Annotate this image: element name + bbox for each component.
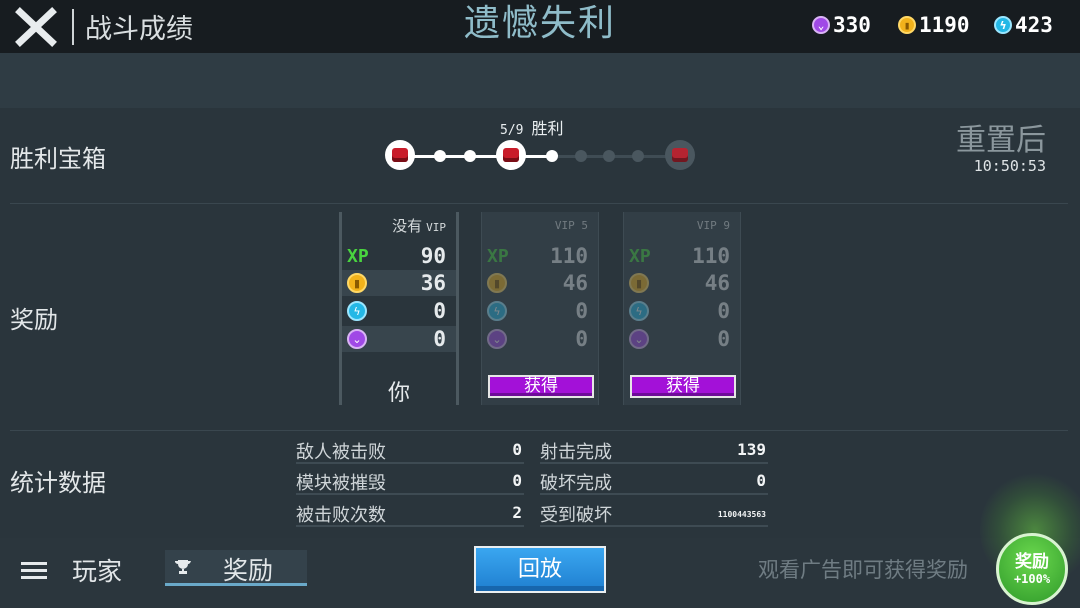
xp-icon: XP — [347, 245, 369, 267]
energy-row: ϟ 0 — [342, 298, 456, 324]
chest-track-dot — [434, 150, 446, 162]
energy-row: ϟ 0 — [482, 298, 598, 324]
xp-row: XP 90 — [342, 243, 456, 269]
tier-header: VIP 9 — [696, 219, 730, 232]
energy-count: 423 — [1015, 13, 1053, 37]
reset-label: 重置后 — [956, 123, 1046, 158]
coin-value: 36 — [420, 271, 446, 295]
gem-value: 0 — [717, 327, 730, 351]
divider — [10, 203, 1068, 204]
chest-progress-text: 胜利 — [531, 119, 564, 138]
energy-row: ϟ 0 — [624, 298, 740, 324]
menu-icon[interactable] — [21, 562, 47, 580]
xp-row: XP 110 — [482, 243, 598, 269]
get-vip5-button[interactable]: 获得 — [488, 375, 594, 398]
gem-value: 0 — [575, 327, 588, 351]
stat-times-defeated: 被击败次数 2 — [296, 503, 524, 527]
coin-icon: ▮ — [898, 16, 916, 34]
tab-rewards-label: 奖励 — [223, 556, 274, 585]
gem-row: ⌄ 0 — [342, 326, 456, 352]
trophy-icon — [175, 560, 191, 574]
ad-reward-text: 观看广告即可获得奖励 — [758, 558, 968, 582]
chest-icon — [385, 140, 415, 170]
stats-section-label: 统计数据 — [10, 469, 106, 497]
stat-damage-received: 受到破坏 1100443563 — [540, 501, 768, 527]
coin-count: 1190 — [919, 13, 970, 37]
gem-row: ⌄ 0 — [482, 326, 598, 352]
chest-track-dot — [464, 150, 476, 162]
tier-header: 没有 VIP — [392, 217, 446, 235]
chest-track-dot — [632, 150, 644, 162]
header-band — [0, 53, 1080, 108]
gem-icon: ⌄ — [812, 16, 830, 34]
reward-column-vip5: VIP 5 XP 110 ▮ 46 ϟ 0 ⌄ 0 获得 — [481, 212, 599, 405]
coin-row: ▮ 36 — [342, 270, 456, 296]
stat-modules-destroyed: 模块被摧毁 0 — [296, 471, 524, 495]
coin-icon: ▮ — [629, 273, 649, 293]
energy-value: 0 — [575, 299, 588, 323]
chest-track-dot — [546, 150, 558, 162]
rewards-section-label: 奖励 — [10, 306, 58, 334]
coin-row: ▮ 46 — [624, 270, 740, 296]
xp-icon: XP — [629, 245, 651, 267]
energy-icon: ϟ — [487, 301, 507, 321]
chest-icon — [496, 140, 526, 170]
tab-players[interactable]: 玩家 — [72, 552, 122, 588]
energy-value: 0 — [433, 299, 446, 323]
reward-column-vip9: VIP 9 XP 110 ▮ 46 ϟ 0 ⌄ 0 获得 — [623, 212, 741, 405]
coin-icon: ▮ — [487, 273, 507, 293]
energy-icon: ϟ — [629, 301, 649, 321]
xp-value: 110 — [692, 244, 730, 268]
tier-header: VIP 5 — [554, 219, 588, 232]
gem-row: ⌄ 0 — [624, 326, 740, 352]
ad-reward-button[interactable]: 奖励 +100% — [996, 533, 1068, 605]
energy-icon: ϟ — [994, 16, 1012, 34]
coin-icon: ▮ — [347, 273, 367, 293]
chest-track-dot — [575, 150, 587, 162]
xp-value: 90 — [420, 244, 446, 268]
gem-icon: ⌄ — [629, 329, 649, 349]
energy-counter: ϟ 423 — [994, 13, 1053, 37]
stat-shots-fired: 射击完成 139 — [540, 440, 768, 464]
gem-value: 0 — [433, 327, 446, 351]
chest-icon — [665, 140, 695, 170]
gem-icon: ⌄ — [487, 329, 507, 349]
ad-button-label: 奖励 — [1015, 552, 1049, 572]
you-label: 你 — [387, 381, 410, 406]
xp-value: 110 — [550, 244, 588, 268]
gem-count: 330 — [833, 13, 871, 37]
coin-value: 46 — [562, 271, 588, 295]
chest-progress-fraction: 5/9 — [500, 123, 524, 138]
stat-damage-dealt: 破坏完成 0 — [540, 471, 768, 495]
coin-value: 46 — [704, 271, 730, 295]
chest-section-label: 胜利宝箱 — [10, 145, 106, 173]
coin-row: ▮ 46 — [482, 270, 598, 296]
chest-track-dot — [603, 150, 615, 162]
get-vip9-button[interactable]: 获得 — [630, 375, 736, 398]
xp-row: XP 110 — [624, 243, 740, 269]
gem-icon: ⌄ — [347, 329, 367, 349]
reset-timer: 10:50:53 — [973, 157, 1046, 175]
energy-icon: ϟ — [347, 301, 367, 321]
tab-rewards[interactable]: 奖励 — [165, 550, 307, 586]
reward-column-you: 没有 VIP XP 90 ▮ 36 ϟ 0 ⌄ 0 你 — [339, 212, 459, 406]
xp-icon: XP — [487, 245, 509, 267]
coin-counter: ▮ 1190 — [898, 13, 970, 37]
energy-value: 0 — [717, 299, 730, 323]
gem-counter: ⌄ 330 — [812, 13, 871, 37]
divider — [10, 430, 1068, 431]
stat-enemies-defeated: 敌人被击败 0 — [296, 440, 524, 464]
chest-progress-label: 5/9 胜利 — [500, 115, 564, 139]
ad-button-bonus: +100% — [1013, 572, 1051, 586]
replay-button[interactable]: 回放 — [474, 546, 606, 593]
